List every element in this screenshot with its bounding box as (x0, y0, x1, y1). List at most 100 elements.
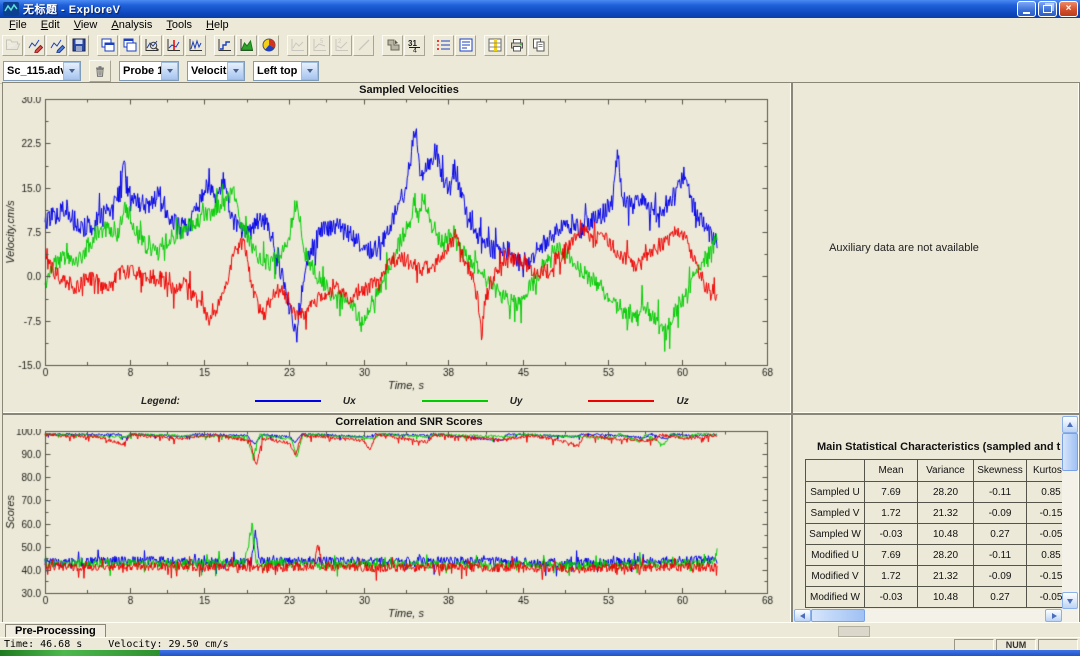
toolbar-button-chart-marker[interactable] (163, 35, 184, 56)
menu-file[interactable]: File (2, 19, 34, 31)
probe-select[interactable]: Probe 1 (119, 61, 179, 81)
chevron-down-icon[interactable] (301, 62, 318, 80)
main-toolbar: 5 2 314 (0, 32, 1080, 58)
velocity-chart-canvas (3, 97, 787, 393)
toolbar-button-save-file[interactable] (68, 35, 89, 56)
chart-spectrum-icon (188, 37, 204, 53)
velocity-chart-legend: Legend:UxUyUz (3, 393, 791, 409)
velocity-chart-pane: Sampled Velocities Legend:UxUyUz (2, 82, 792, 414)
stat-value: 0.27 (974, 587, 1027, 608)
stat-value: 7.69 (865, 482, 918, 503)
row-label: Modified V (806, 566, 865, 587)
toolbar-button-pen-edit-alt[interactable] (46, 35, 67, 56)
chart-zoom-icon (144, 37, 160, 53)
file-toolbar: Sc_115.adv Probe 1 Velociti Left top (0, 58, 1080, 84)
stat-value: 28.20 (918, 482, 974, 503)
close-button[interactable]: × (1059, 1, 1078, 17)
minimize-button[interactable] (1017, 1, 1036, 17)
toolbar-button-open-file[interactable] (2, 35, 23, 56)
taskbar-sliver (0, 650, 1080, 656)
chevron-down-icon[interactable] (63, 62, 80, 80)
probe-select-value: Probe 1 (120, 65, 161, 77)
toolbar-separator (207, 36, 214, 54)
row-label: Sampled U (806, 482, 865, 503)
horizontal-scrollbar[interactable] (794, 609, 1078, 622)
toolbar-button-chart-area[interactable] (236, 35, 257, 56)
delete-file-button[interactable] (89, 60, 111, 82)
toolbar-button-chart-zoom[interactable] (141, 35, 162, 56)
file-select[interactable]: Sc_115.adv (3, 61, 81, 81)
stat-value: -0.11 (974, 482, 1027, 503)
menu-analysis[interactable]: Analysis (104, 19, 159, 31)
scroll-down-button[interactable] (1062, 592, 1078, 609)
scores-chart-canvas (3, 429, 787, 619)
svg-text:4: 4 (413, 48, 417, 54)
toolbar-button-chart-pie[interactable] (258, 35, 279, 56)
toolbar-button-list-markers[interactable] (433, 35, 454, 56)
vertical-scroll-thumb[interactable] (1062, 433, 1078, 471)
row-label: Modified U (806, 545, 865, 566)
toolbar-button-chart-filter-2[interactable]: 5 (309, 35, 330, 56)
toolbar-button-chart-filter-4[interactable] (353, 35, 374, 56)
chevron-down-icon[interactable] (161, 62, 178, 80)
vertical-scrollbar[interactable] (1062, 416, 1078, 609)
toolbar-button-pen-edit[interactable] (24, 35, 45, 56)
table-row: Sampled W-0.0310.480.27-0.05 (806, 524, 1076, 545)
horizontal-scroll-thumb[interactable] (811, 609, 865, 622)
toolbar-button-print[interactable] (506, 35, 527, 56)
scroll-up-button[interactable] (1062, 416, 1078, 433)
stat-value: 0.27 (974, 524, 1027, 545)
status-bar: Time: 46.68 s Velocity: 29.50 cm/s NUM (0, 637, 1080, 651)
toolbar-button-copy-pages[interactable] (528, 35, 549, 56)
toolbar-button-column-highlight[interactable] (484, 35, 505, 56)
copy-window-alt-icon (122, 37, 138, 53)
app-icon (3, 2, 19, 16)
restore-icon (1043, 5, 1052, 13)
stat-value: -0.03 (865, 524, 918, 545)
title-bar: 无标题 - ExploreV × (0, 0, 1080, 18)
menu-view[interactable]: View (67, 19, 105, 31)
toolbar-button-chart-filter-1[interactable] (287, 35, 308, 56)
stat-value: 21.32 (918, 566, 974, 587)
taskbar-fragment (160, 650, 1080, 656)
arrow-up-icon (1067, 419, 1073, 427)
toolbar-button-copy-window-alt[interactable] (119, 35, 140, 56)
menu-help[interactable]: Help (199, 19, 236, 31)
toolbar-button-rotate-axes[interactable] (382, 35, 403, 56)
toolbar-button-list-report[interactable] (455, 35, 476, 56)
auxiliary-data-message: Auxiliary data are not available (793, 83, 1079, 413)
auxiliary-data-pane: Auxiliary data are not available (792, 82, 1080, 414)
chart-pie-icon (261, 37, 277, 53)
svg-text:5: 5 (320, 39, 324, 45)
app-window: 无标题 - ExploreV × FileEditViewAnalysisToo… (0, 0, 1080, 656)
stat-value: 28.20 (918, 545, 974, 566)
tab-strip-scrollbar[interactable] (838, 626, 870, 637)
chevron-down-icon[interactable] (227, 62, 244, 80)
toolbar-button-copy-window[interactable] (97, 35, 118, 56)
rotate-axes-icon (385, 37, 401, 53)
scroll-left-button[interactable] (794, 609, 811, 622)
toolbar-button-fraction-convert[interactable]: 314 (404, 35, 425, 56)
toolbar-button-chart-filter-3[interactable]: 2 (331, 35, 352, 56)
table-row: Modified V1.7221.32-0.09-0.15 (806, 566, 1076, 587)
restore-button[interactable] (1038, 1, 1057, 17)
position-select[interactable]: Left top (253, 61, 319, 81)
toolbar-button-chart-line[interactable] (214, 35, 235, 56)
table-row: Sampled V1.7221.32-0.09-0.15 (806, 503, 1076, 524)
stats-col-header: Variance (918, 460, 974, 482)
stat-value: -0.09 (974, 503, 1027, 524)
scroll-right-button[interactable] (1045, 609, 1062, 622)
legend-line-ux (255, 400, 321, 402)
menu-edit[interactable]: Edit (34, 19, 67, 31)
start-button-fragment[interactable] (0, 650, 160, 656)
stat-value: -0.11 (974, 545, 1027, 566)
scores-chart-pane: Correlation and SNR Scores (2, 414, 792, 624)
toolbar-button-chart-spectrum[interactable] (185, 35, 206, 56)
velocity-chart-title: Sampled Velocities (3, 83, 791, 97)
file-select-value: Sc_115.adv (4, 65, 63, 77)
stats-col-header: Mean (865, 460, 918, 482)
menu-tools[interactable]: Tools (159, 19, 199, 31)
quantity-select[interactable]: Velociti (187, 61, 245, 81)
list-report-icon (458, 37, 474, 53)
tab-pre-processing[interactable]: Pre-Processing (5, 624, 106, 638)
